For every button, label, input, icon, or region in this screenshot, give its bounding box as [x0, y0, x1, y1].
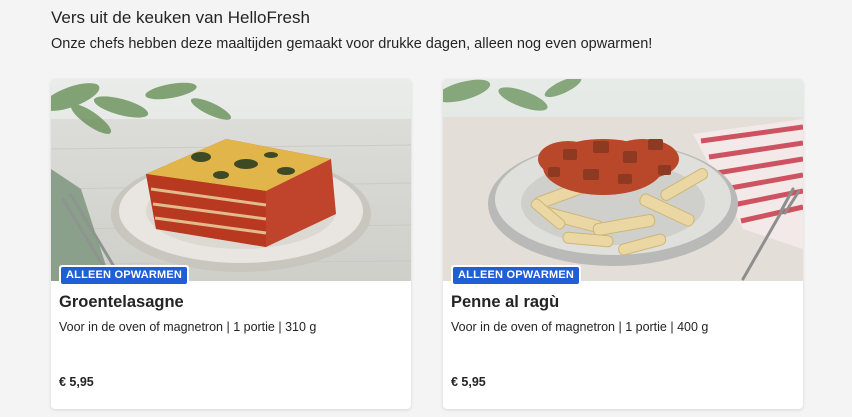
lasagne-photo-illustration — [51, 79, 411, 281]
page: Vers uit de keuken van HelloFresh Onze c… — [0, 0, 852, 417]
product-description: Voor in de oven of magnetron | 1 portie … — [451, 320, 709, 334]
product-name[interactable]: Penne al ragù — [451, 293, 559, 312]
product-card-groentelasagne[interactable]: ALLEEN OPWARMEN Groentelasagne Voor in d… — [51, 79, 411, 409]
product-card-penne-al-ragu[interactable]: ALLEEN OPWARMEN Penne al ragù Voor in de… — [443, 79, 803, 409]
badge-label: ALLEEN OPWARMEN — [453, 267, 580, 284]
product-price: € 5,95 — [59, 375, 94, 389]
section-title: Vers uit de keuken van HelloFresh — [51, 8, 310, 27]
badge-label: ALLEEN OPWARMEN — [61, 267, 188, 284]
product-price: € 5,95 — [451, 375, 486, 389]
product-name[interactable]: Groentelasagne — [59, 293, 184, 312]
alleen-opwarmen-badge: ALLEEN OPWARMEN — [59, 265, 190, 284]
alleen-opwarmen-badge: ALLEEN OPWARMEN — [451, 265, 582, 284]
lasagne-photo[interactable] — [51, 79, 411, 281]
section-subtitle: Onze chefs hebben deze maaltijden gemaak… — [51, 36, 653, 52]
product-description: Voor in de oven of magnetron | 1 portie … — [59, 320, 317, 334]
penne-ragu-photo[interactable] — [443, 79, 803, 281]
penne-ragu-photo-illustration — [443, 79, 803, 281]
